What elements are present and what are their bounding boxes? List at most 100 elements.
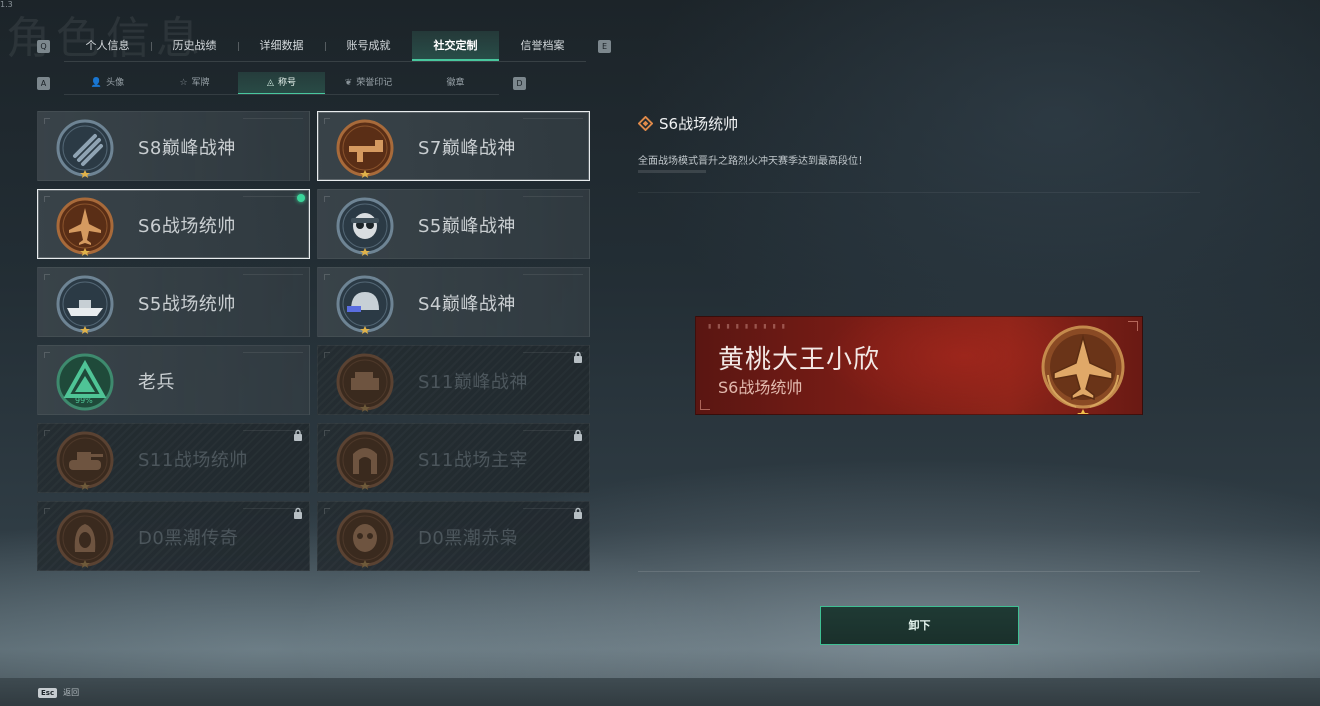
detail-header: S6战场统帅 bbox=[638, 113, 738, 134]
card-corner-deco bbox=[324, 508, 330, 514]
title-name: S8巅峰战神 bbox=[138, 138, 236, 159]
tab-1[interactable]: 历史战绩 bbox=[151, 31, 238, 61]
subtab-0[interactable]: 👤 头像 bbox=[64, 72, 151, 94]
main-tabs: 个人信息 历史战绩 详细数据 账号成就 社交定制 信誉档案 bbox=[64, 31, 586, 62]
title-name: S5战场统帅 bbox=[138, 294, 236, 315]
skull-emblem-icon bbox=[336, 197, 394, 256]
prev-subtab-key-hint[interactable]: A bbox=[37, 77, 50, 90]
tank-emblem-icon bbox=[56, 431, 114, 490]
detail-description: 全面战场模式晋升之路烈火冲天赛季达到最高段位！ bbox=[638, 156, 868, 167]
sub-tabs: 👤 头像 ☆ 军牌 ◬ 称号 ❦ 荣誉印记 徽章 bbox=[64, 72, 499, 95]
back-hint[interactable]: Esc 返回 bbox=[38, 687, 79, 698]
jet-emblem-icon bbox=[56, 197, 114, 256]
lock-icon bbox=[574, 351, 582, 363]
card-deco-line bbox=[243, 352, 303, 353]
title-card[interactable]: S6战场统帅 bbox=[37, 189, 310, 259]
nameplate-title: S6战场统帅 bbox=[718, 378, 803, 397]
rifle-emblem-icon bbox=[336, 119, 394, 178]
lock-icon bbox=[574, 429, 582, 441]
nameplate-serial-deco: ▮ ▮ ▮ ▮ ▮ ▮ ▮ ▮ ▮ bbox=[708, 323, 787, 330]
title-card[interactable]: D0黑潮赤枭 bbox=[317, 501, 590, 571]
tab-4[interactable]: 社交定制 bbox=[412, 31, 499, 61]
boat-emblem-icon bbox=[56, 275, 114, 334]
title-card[interactable]: S8巅峰战神 bbox=[37, 111, 310, 181]
detail-divider bbox=[638, 170, 706, 173]
bottom-bar: Esc 返回 bbox=[0, 678, 1320, 706]
card-corner-deco bbox=[324, 352, 330, 358]
back-label: 返回 bbox=[63, 688, 80, 697]
card-deco-line bbox=[243, 118, 303, 119]
card-corner-deco bbox=[44, 508, 50, 514]
cross-emblem-icon bbox=[56, 119, 114, 178]
next-subtab-key-hint[interactable]: D bbox=[513, 77, 526, 90]
title-diamond-icon bbox=[638, 116, 653, 131]
frame-line-top bbox=[638, 192, 1200, 193]
lock-icon bbox=[574, 507, 582, 519]
card-deco-line bbox=[243, 274, 303, 275]
card-corner-deco bbox=[44, 118, 50, 124]
title-card[interactable]: S11战场主宰 bbox=[317, 423, 590, 493]
title-card[interactable]: S4巅峰战神 bbox=[317, 267, 590, 337]
laurel-icon: ❦ bbox=[344, 78, 353, 88]
card-corner-deco bbox=[44, 352, 50, 358]
tab-5[interactable]: 信誉档案 bbox=[499, 31, 586, 61]
title-name: S7巅峰战神 bbox=[418, 138, 516, 159]
subtab-label: 徽章 bbox=[446, 78, 465, 88]
esc-key: Esc bbox=[38, 687, 58, 698]
card-deco-line bbox=[523, 274, 583, 275]
title-name: S6战场统帅 bbox=[138, 216, 236, 237]
mask-emblem-icon bbox=[336, 509, 394, 568]
card-corner-deco bbox=[324, 430, 330, 436]
card-deco-line bbox=[243, 196, 303, 197]
title-card[interactable]: 99% 老兵 bbox=[37, 345, 310, 415]
frame-line-bottom bbox=[638, 571, 1200, 572]
helmet-emblem-icon bbox=[336, 275, 394, 334]
progress-label: 99% bbox=[75, 396, 93, 405]
subtab-label: 称号 bbox=[277, 77, 296, 88]
title-card[interactable]: S5战场统帅 bbox=[37, 267, 310, 337]
tab-3[interactable]: 账号成就 bbox=[325, 31, 412, 61]
person-icon: 👤 bbox=[90, 78, 103, 88]
vehicle-emblem-icon bbox=[336, 353, 394, 412]
nameplate-player-name: 黄桃大王小欣 bbox=[718, 345, 881, 375]
title-card[interactable]: D0黑潮传奇 bbox=[37, 501, 310, 571]
card-corner-deco bbox=[44, 430, 50, 436]
title-name: D0黑潮赤枭 bbox=[418, 528, 519, 549]
subtab-label: 荣誉印记 bbox=[356, 78, 393, 88]
title-card[interactable]: S11巅峰战神 bbox=[317, 345, 590, 415]
subtab-3[interactable]: ❦ 荣誉印记 bbox=[325, 72, 412, 94]
title-name: S5巅峰战神 bbox=[418, 216, 516, 237]
subtab-label: 军牌 bbox=[191, 78, 210, 88]
nameplate-preview: ▮ ▮ ▮ ▮ ▮ ▮ ▮ ▮ ▮ 黄桃大王小欣 S6战场统帅 bbox=[695, 316, 1143, 415]
title-name: D0黑潮传奇 bbox=[138, 528, 239, 549]
card-deco-line bbox=[523, 196, 583, 197]
unequip-button[interactable]: 卸下 bbox=[820, 606, 1019, 645]
title-name: S11战场主宰 bbox=[418, 450, 528, 471]
card-corner-deco bbox=[44, 274, 50, 280]
detail-title: S6战场统帅 bbox=[659, 115, 739, 133]
subtab-label: 头像 bbox=[106, 78, 125, 88]
jet-emblem-icon bbox=[1041, 325, 1125, 414]
nameplate-corner bbox=[700, 400, 710, 410]
subtab-2[interactable]: ◬ 称号 bbox=[238, 72, 325, 94]
prev-tab-key-hint[interactable]: Q bbox=[37, 40, 50, 53]
lock-icon bbox=[294, 429, 302, 441]
tab-2[interactable]: 详细数据 bbox=[238, 31, 325, 61]
subtab-1[interactable]: ☆ 军牌 bbox=[151, 72, 238, 94]
dogtag-icon: ☆ bbox=[179, 78, 188, 88]
rank-icon: ◬ bbox=[267, 77, 274, 88]
title-card[interactable]: S11战场统帅 bbox=[37, 423, 310, 493]
arch-emblem-icon bbox=[336, 431, 394, 490]
card-corner-deco bbox=[324, 118, 330, 124]
title-card[interactable]: S7巅峰战神 bbox=[317, 111, 590, 181]
title-name: S4巅峰战神 bbox=[418, 294, 516, 315]
tab-0[interactable]: 个人信息 bbox=[64, 31, 151, 61]
card-corner-deco bbox=[324, 274, 330, 280]
equipped-indicator bbox=[297, 194, 305, 202]
subtab-4[interactable]: 徽章 bbox=[412, 72, 499, 94]
title-name: S11战场统帅 bbox=[138, 450, 248, 471]
hooded-emblem-icon bbox=[56, 509, 114, 568]
title-card[interactable]: S5巅峰战神 bbox=[317, 189, 590, 259]
next-tab-key-hint[interactable]: E bbox=[598, 40, 611, 53]
title-name: 老兵 bbox=[138, 372, 175, 393]
